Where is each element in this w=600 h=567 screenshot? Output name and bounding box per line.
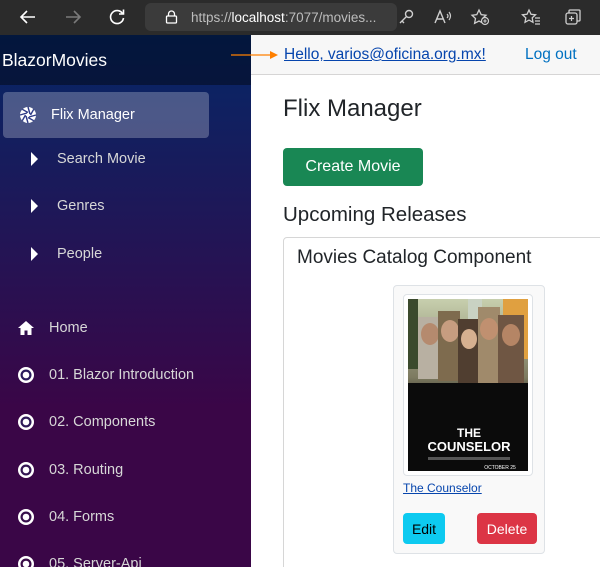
target-icon [16, 507, 36, 527]
target-icon [16, 554, 36, 567]
key-icon [399, 9, 414, 24]
browser-toolbar: https://localhost:7077/movies... [0, 0, 600, 35]
forward-button[interactable] [60, 5, 86, 29]
url-host: localhost [231, 9, 285, 25]
favorites-button[interactable] [518, 5, 544, 29]
annotation-arrow-icon [231, 51, 278, 59]
nav-item-label: 05. Server-Api [49, 556, 142, 567]
star-add-icon [470, 8, 490, 26]
target-icon [16, 365, 36, 385]
address-bar[interactable]: https://localhost:7077/movies... [145, 3, 397, 31]
movies-catalog: Movies Catalog Component THE COUNSELOR O… [283, 237, 600, 567]
brand-link[interactable]: BlazorMovies [2, 50, 107, 71]
nav-item-blazor-introduction[interactable]: 01. Blazor Introduction [0, 352, 251, 398]
movie-poster-image: THE COUNSELOR OCTOBER 25 [408, 299, 528, 471]
aperture-icon [18, 105, 38, 125]
nav-item-flix-manager[interactable]: Flix Manager [3, 92, 209, 138]
nav-item-label: 02. Components [49, 414, 156, 430]
forward-arrow-icon [66, 10, 82, 24]
lock-icon[interactable] [165, 3, 178, 31]
catalog-title: Movies Catalog Component [297, 247, 532, 268]
back-arrow-icon [19, 10, 35, 24]
collections-button[interactable] [561, 5, 587, 29]
nav-item-label: People [57, 246, 103, 262]
target-icon [16, 460, 36, 480]
movie-card: THE COUNSELOR OCTOBER 25 The Counselor E… [393, 285, 545, 554]
refresh-button[interactable] [104, 5, 130, 29]
nav-item-routing[interactable]: 03. Routing [0, 447, 251, 493]
poster-date: OCTOBER 25 [484, 465, 516, 471]
collections-icon [565, 9, 581, 25]
nav-item-label: Flix Manager [51, 107, 135, 123]
read-aloud-button[interactable] [430, 5, 456, 29]
nav-item-server-api[interactable]: 05. Server-Api [0, 541, 251, 567]
nav-item-label: 01. Blazor Introduction [49, 367, 195, 383]
top-row: Hello, varios@oficina.org.mx! Log out [251, 35, 600, 75]
sidebar: BlazorMovies Flix Manager Search Movie G… [0, 35, 251, 567]
url-prefix: https:// [191, 9, 232, 25]
caret-right-icon [24, 149, 44, 169]
movie-poster[interactable]: THE COUNSELOR OCTOBER 25 [403, 294, 533, 476]
nav-item-forms[interactable]: 04. Forms [0, 494, 251, 540]
favorite-add-button[interactable] [467, 5, 493, 29]
favorites-star-icon [521, 8, 540, 25]
nav-item-home[interactable]: Home [0, 305, 251, 351]
nav-item-label: Search Movie [57, 151, 146, 167]
nav-item-label: 03. Routing [49, 462, 124, 478]
logout-link[interactable]: Log out [525, 46, 577, 64]
page-title: Flix Manager [283, 95, 422, 122]
home-icon [16, 318, 36, 338]
caret-right-icon [24, 244, 44, 264]
nav-item-search-movie[interactable]: Search Movie [0, 136, 251, 182]
section-title: Upcoming Releases [283, 203, 467, 226]
nav-item-people[interactable]: People [0, 231, 251, 277]
caret-right-icon [24, 196, 44, 216]
brand-row: BlazorMovies [0, 35, 251, 85]
create-movie-button[interactable]: Create Movie [283, 148, 423, 186]
nav-item-label: 04. Forms [49, 509, 115, 525]
target-icon [16, 412, 36, 432]
nav-item-label: Home [49, 320, 88, 336]
delete-button[interactable]: Delete [477, 513, 537, 544]
nav-item-label: Genres [57, 198, 105, 214]
refresh-icon [109, 9, 125, 25]
user-greeting-link[interactable]: Hello, varios@oficina.org.mx! [284, 46, 486, 64]
poster-title-line2: COUNSELOR [427, 439, 511, 454]
poster-title-line1: THE [457, 426, 481, 440]
edit-button[interactable]: Edit [403, 513, 445, 544]
read-aloud-icon [434, 9, 452, 24]
key-button[interactable] [393, 5, 419, 29]
movie-title-link[interactable]: The Counselor [403, 481, 482, 495]
nav-item-genres[interactable]: Genres [0, 183, 251, 229]
url-rest: :7077/movies... [284, 9, 377, 25]
nav-item-components[interactable]: 02. Components [0, 399, 251, 445]
back-button[interactable] [15, 5, 41, 29]
